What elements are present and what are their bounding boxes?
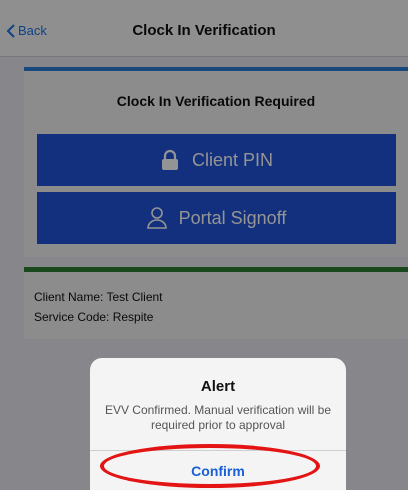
confirm-label: Confirm bbox=[191, 462, 245, 479]
alert-title: Alert bbox=[200, 378, 236, 395]
alert-dialog: Alert EVV Confirmed. Manual verification… bbox=[90, 358, 346, 490]
confirm-button[interactable]: Confirm bbox=[90, 451, 346, 490]
alert-message: EVV Confirmed. Manual verification will … bbox=[104, 403, 332, 432]
